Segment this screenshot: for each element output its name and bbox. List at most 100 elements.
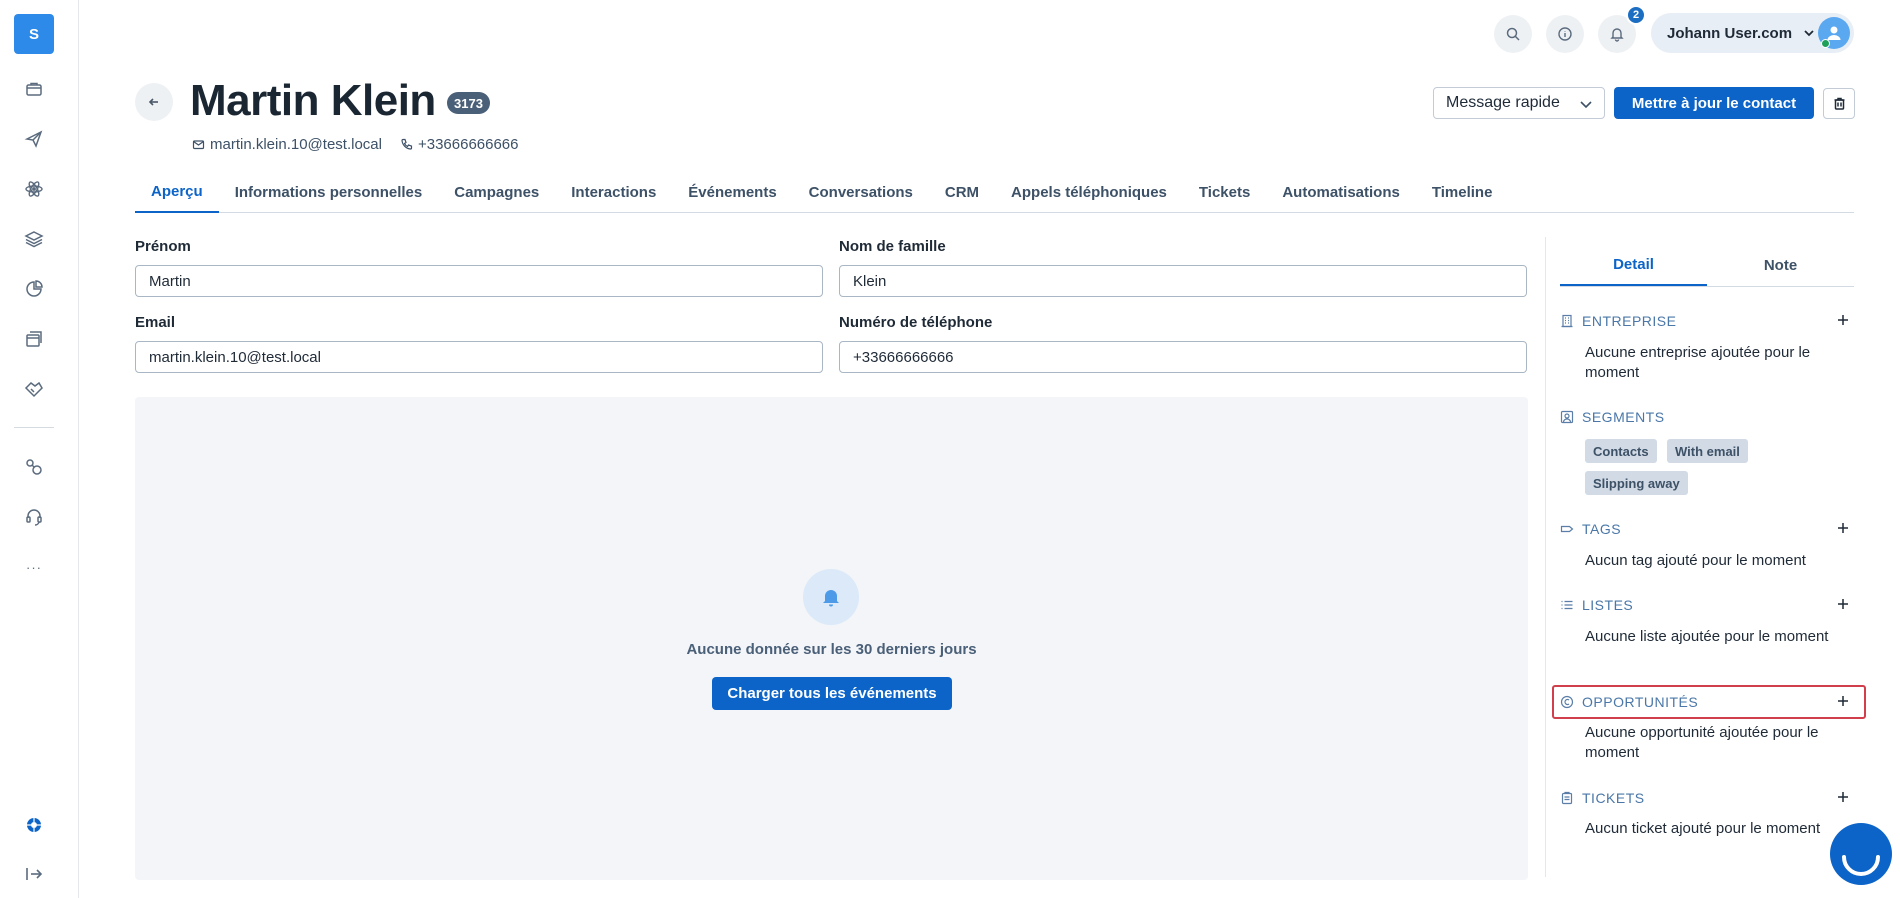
info-icon — [1558, 27, 1572, 41]
last-name-label: Nom de famille — [839, 238, 946, 255]
building-icon — [1561, 314, 1573, 328]
paper-plane-icon[interactable] — [22, 127, 46, 151]
opportunites-empty-text: Aucune opportunité ajoutée pour le momen… — [1585, 724, 1819, 761]
currency-icon — [1560, 695, 1574, 709]
first-name-label: Prénom — [135, 238, 191, 255]
section-opportunites: OPPORTUNITÉS — [1560, 690, 1854, 714]
pie-chart-icon[interactable] — [22, 277, 46, 301]
section-segments: SEGMENTS — [1560, 405, 1854, 429]
tab-conversations[interactable]: Conversations — [793, 175, 929, 213]
phone-icon — [401, 138, 413, 150]
chat-widget-button[interactable] — [1830, 823, 1892, 885]
tab-crm[interactable]: CRM — [929, 175, 995, 213]
tab-apercu[interactable]: Aperçu — [135, 175, 219, 213]
app-logo[interactable]: S — [14, 14, 54, 54]
tab-detail[interactable]: Detail — [1560, 245, 1707, 286]
first-name-field[interactable] — [135, 265, 823, 297]
segment-chip[interactable]: Contacts — [1585, 439, 1657, 463]
envelope-icon — [192, 140, 205, 150]
add-opportunity-button[interactable] — [1836, 694, 1850, 708]
section-tags: TAGS — [1560, 517, 1854, 541]
email-label: Email — [135, 314, 176, 331]
more-icon[interactable]: ··· — [22, 555, 46, 579]
trash-icon — [1834, 97, 1844, 110]
app-root: S ··· 2 Johann User.com Martin Klein 317… — [0, 0, 1900, 898]
phone-label: Numéro de téléphone — [839, 314, 993, 331]
last-name-field[interactable] — [839, 265, 1527, 297]
quick-message-label: Message rapide — [1446, 94, 1560, 111]
avatar[interactable] — [1818, 17, 1850, 49]
clipboard-icon — [1561, 791, 1573, 805]
add-entreprise-button[interactable] — [1836, 313, 1850, 327]
email-field[interactable] — [135, 341, 823, 373]
tab-campagnes[interactable]: Campagnes — [438, 175, 555, 213]
contact-meta: martin.klein.10@test.local +33666666666 — [192, 136, 519, 153]
page-title: Martin Klein — [190, 76, 436, 125]
search-button[interactable] — [1494, 15, 1532, 53]
tags-empty-text: Aucun tag ajouté pour le moment — [1585, 552, 1806, 569]
update-contact-button[interactable]: Mettre à jour le contact — [1614, 87, 1814, 119]
section-title: OPPORTUNITÉS — [1582, 694, 1699, 710]
section-tickets: TICKETS — [1560, 786, 1854, 810]
right-panel-tabs: Detail Note — [1560, 245, 1854, 287]
add-ticket-button[interactable] — [1836, 790, 1850, 804]
integrations-icon[interactable] — [22, 455, 46, 479]
right-panel-divider — [1545, 237, 1546, 877]
tab-tickets[interactable]: Tickets — [1183, 175, 1266, 213]
section-title: TICKETS — [1582, 790, 1645, 806]
add-tag-button[interactable] — [1836, 521, 1850, 535]
tab-informations-personnelles[interactable]: Informations personnelles — [219, 175, 439, 213]
contact-phone: +33666666666 — [417, 136, 519, 153]
notification-count-badge: 2 — [1626, 5, 1646, 25]
events-panel: Aucune donnée sur les 30 derniers jours … — [135, 397, 1528, 880]
window-stack-icon[interactable] — [22, 327, 46, 351]
entreprise-empty-text: Aucune entreprise ajoutée pour le moment — [1585, 344, 1811, 381]
contact-id-badge: 3173 — [447, 92, 490, 114]
bell-icon — [823, 590, 839, 607]
user-name: Johann User.com — [1667, 24, 1793, 42]
contact-email-link[interactable]: martin.klein.10@test.local — [192, 136, 382, 153]
chevron-down-icon — [1580, 101, 1592, 109]
section-listes: LISTES — [1560, 593, 1854, 617]
add-list-button[interactable] — [1836, 597, 1850, 611]
layers-icon[interactable] — [22, 227, 46, 251]
contact-email: martin.klein.10@test.local — [210, 136, 382, 153]
segment-chip[interactable]: Slipping away — [1585, 471, 1688, 495]
section-title: SEGMENTS — [1582, 409, 1665, 425]
back-button[interactable] — [135, 83, 173, 121]
tab-evenements[interactable]: Événements — [672, 175, 792, 213]
segment-chip[interactable]: With email — [1667, 439, 1748, 463]
tag-icon — [1560, 525, 1574, 533]
empty-state-text: Aucune donnée sur les 30 derniers jours — [686, 641, 977, 658]
load-all-events-button[interactable]: Charger tous les événements — [712, 677, 952, 710]
briefcase-icon[interactable] — [22, 77, 46, 101]
contact-tabs: Aperçu Informations personnelles Campagnes… — [135, 175, 1854, 213]
online-status-dot — [1821, 39, 1830, 48]
delete-contact-button[interactable] — [1823, 88, 1855, 119]
collapse-sidebar-icon[interactable] — [22, 862, 46, 886]
sidebar-divider — [14, 427, 54, 428]
headset-icon[interactable] — [22, 505, 46, 529]
chevron-down-icon — [1804, 30, 1814, 37]
help-lifebuoy-icon[interactable] — [22, 813, 46, 837]
handshake-icon[interactable] — [22, 377, 46, 401]
user-menu[interactable]: Johann User.com — [1651, 13, 1854, 53]
section-entreprise: ENTREPRISE — [1560, 309, 1854, 333]
left-sidebar: S ··· — [0, 0, 79, 898]
section-title: TAGS — [1582, 521, 1622, 537]
bell-icon — [1610, 28, 1624, 42]
contact-phone-link[interactable]: +33666666666 — [400, 136, 519, 153]
tickets-empty-text: Aucun ticket ajouté pour le moment — [1585, 820, 1821, 837]
phone-field[interactable] — [839, 341, 1527, 373]
tab-interactions[interactable]: Interactions — [555, 175, 672, 213]
tab-automatisations[interactable]: Automatisations — [1266, 175, 1416, 213]
tab-note[interactable]: Note — [1707, 245, 1854, 286]
segments-icon — [1560, 410, 1574, 424]
atom-icon[interactable] — [22, 177, 46, 201]
tab-timeline[interactable]: Timeline — [1416, 175, 1509, 213]
quick-message-select[interactable]: Message rapide — [1433, 87, 1605, 119]
tab-appels-telephoniques[interactable]: Appels téléphoniques — [995, 175, 1183, 213]
info-button[interactable] — [1546, 15, 1584, 53]
listes-empty-text: Aucune liste ajoutée pour le moment — [1585, 628, 1829, 645]
arrow-left-icon — [148, 98, 158, 106]
